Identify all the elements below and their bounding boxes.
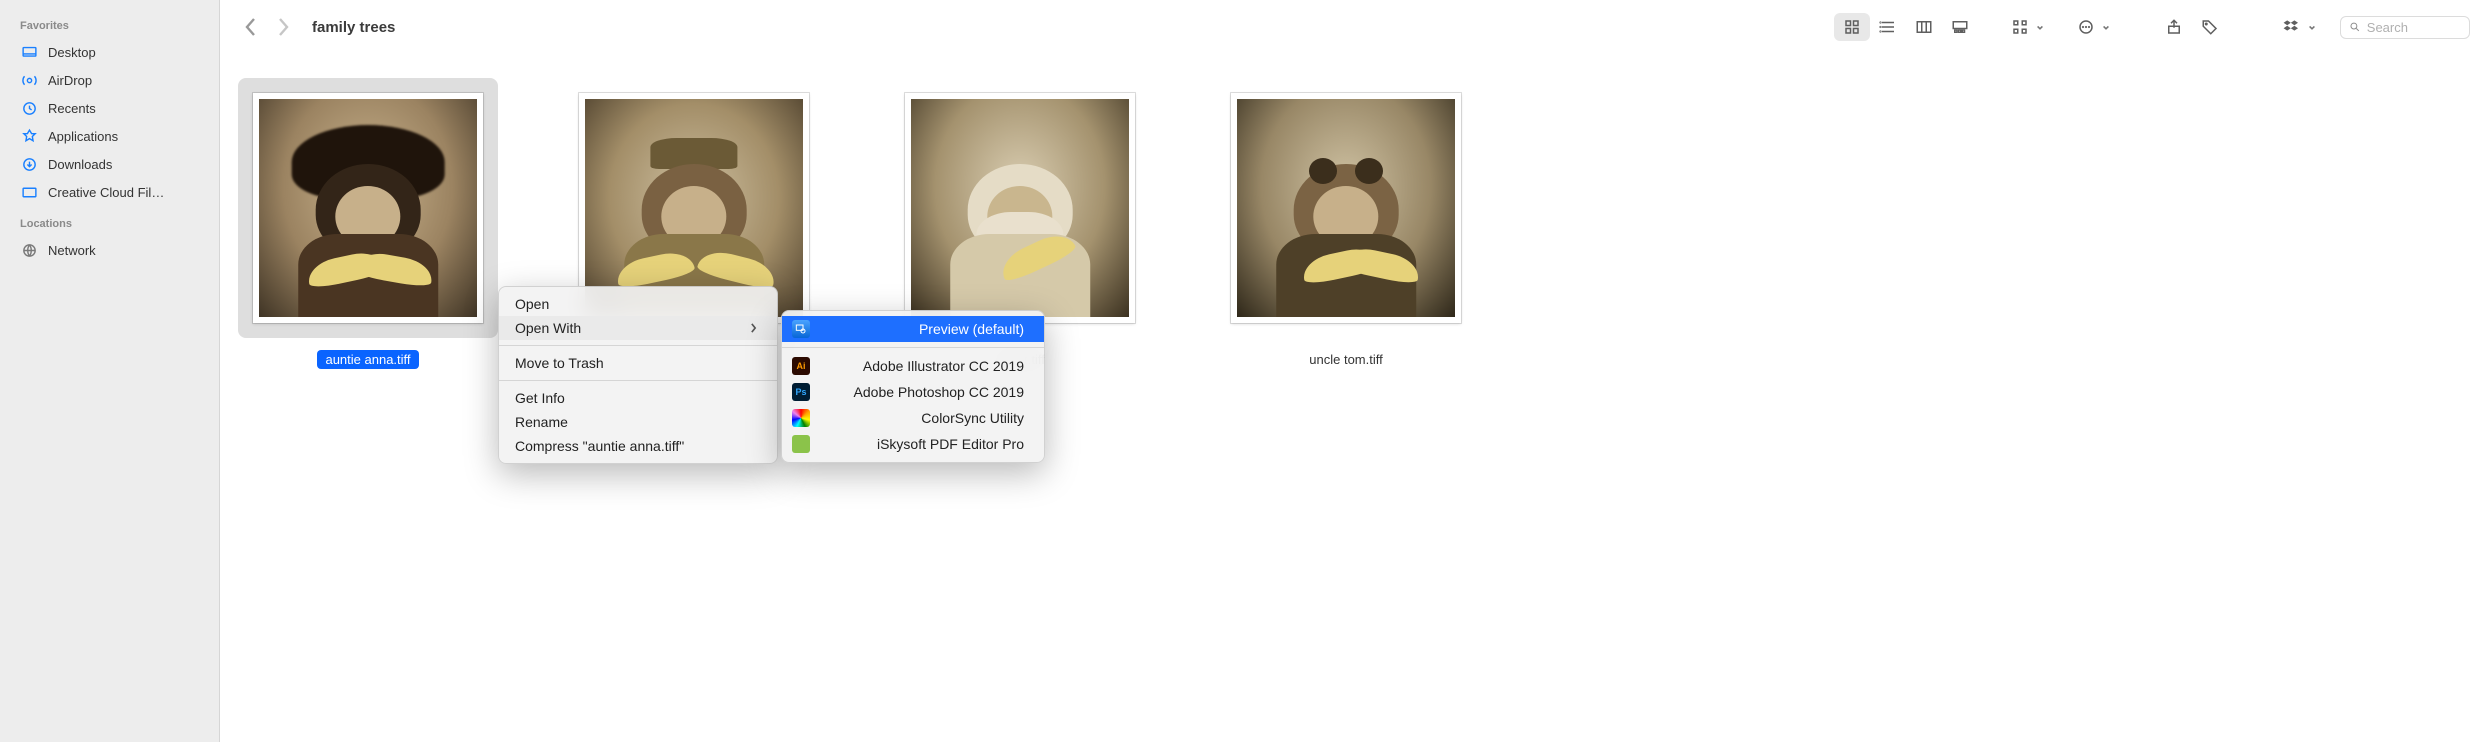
ctx-rename[interactable]: Rename: [499, 410, 777, 434]
menu-separator: [499, 345, 777, 346]
sidebar-section-favorites: Favorites: [0, 8, 219, 38]
action-menu-button[interactable]: [2068, 13, 2104, 41]
file-thumbnail: [1231, 93, 1461, 323]
file-name[interactable]: uncle tom.tiff: [1301, 350, 1390, 369]
sidebar-item-creative-cloud[interactable]: Creative Cloud Fil…: [0, 178, 219, 206]
list-view-button[interactable]: [1870, 13, 1906, 41]
file-thumbnail: [253, 93, 483, 323]
search-field[interactable]: [2340, 16, 2470, 39]
search-input[interactable]: [2367, 20, 2461, 35]
colorsync-app-icon: [792, 409, 810, 427]
file-item[interactable]: uncle tom.tiff: [1216, 78, 1476, 718]
folder-title: family trees: [312, 19, 395, 36]
nav-forward-button[interactable]: [276, 17, 290, 37]
sidebar-item-label: Recents: [48, 101, 96, 116]
ctx-move-to-trash[interactable]: Move to Trash: [499, 351, 777, 375]
sidebar-item-label: Network: [48, 243, 96, 258]
sidebar-item-network[interactable]: Network: [0, 236, 219, 264]
ctx-compress[interactable]: Compress "auntie anna.tiff": [499, 434, 777, 458]
recents-icon: [20, 99, 38, 117]
sidebar: Favorites Desktop AirDrop Recents Applic…: [0, 0, 220, 742]
illustrator-app-icon: Ai: [792, 357, 810, 375]
desktop-icon: [20, 43, 38, 61]
share-button[interactable]: [2156, 13, 2192, 41]
chevron-down-icon: [2102, 20, 2110, 35]
chevron-right-icon: [750, 320, 757, 336]
menu-separator: [499, 380, 777, 381]
sidebar-item-label: Applications: [48, 129, 118, 144]
applications-icon: [20, 127, 38, 145]
gallery-view-button[interactable]: [1942, 13, 1978, 41]
chevron-down-icon: [2036, 20, 2044, 35]
column-view-button[interactable]: [1906, 13, 1942, 41]
view-mode-group: [1834, 13, 1978, 41]
tags-button[interactable]: [2192, 13, 2228, 41]
file-item[interactable]: auntie anna.tiff: [238, 78, 498, 718]
chevron-down-icon: [2308, 20, 2316, 35]
sidebar-section-locations: Locations: [0, 206, 219, 236]
ctx-open[interactable]: Open: [499, 292, 777, 316]
sidebar-item-label: Creative Cloud Fil…: [48, 185, 164, 200]
dropbox-button[interactable]: [2274, 13, 2310, 41]
ctx-open-with[interactable]: Open With: [499, 316, 777, 340]
nav-back-button[interactable]: [244, 17, 258, 37]
airdrop-icon: [20, 71, 38, 89]
sidebar-item-airdrop[interactable]: AirDrop: [0, 66, 219, 94]
search-icon: [2349, 20, 2361, 34]
file-thumbnail: [905, 93, 1135, 323]
photoshop-app-icon: Ps: [792, 383, 810, 401]
submenu-colorsync[interactable]: ColorSync Utility: [782, 405, 1044, 431]
sidebar-item-label: AirDrop: [48, 73, 92, 88]
file-name[interactable]: auntie anna.tiff: [317, 350, 418, 369]
iskysoft-app-icon: [792, 435, 810, 453]
preview-app-icon: [792, 320, 810, 338]
sidebar-item-desktop[interactable]: Desktop: [0, 38, 219, 66]
submenu-photoshop[interactable]: Ps Adobe Photoshop CC 2019: [782, 379, 1044, 405]
group-by-button[interactable]: [2002, 13, 2038, 41]
sidebar-item-applications[interactable]: Applications: [0, 122, 219, 150]
sidebar-item-downloads[interactable]: Downloads: [0, 150, 219, 178]
context-menu: Open Open With Move to Trash Get Info Re…: [498, 286, 778, 464]
icon-view-button[interactable]: [1834, 13, 1870, 41]
menu-separator: [782, 347, 1044, 348]
open-with-submenu: Preview (default) Ai Adobe Illustrator C…: [781, 310, 1045, 463]
network-icon: [20, 241, 38, 259]
submenu-preview[interactable]: Preview (default): [782, 316, 1044, 342]
submenu-illustrator[interactable]: Ai Adobe Illustrator CC 2019: [782, 353, 1044, 379]
toolbar: family trees: [220, 0, 2484, 54]
sidebar-item-label: Desktop: [48, 45, 96, 60]
sidebar-item-label: Downloads: [48, 157, 112, 172]
creative-cloud-icon: [20, 183, 38, 201]
submenu-iskysoft[interactable]: iSkysoft PDF Editor Pro: [782, 431, 1044, 457]
downloads-icon: [20, 155, 38, 173]
sidebar-item-recents[interactable]: Recents: [0, 94, 219, 122]
ctx-get-info[interactable]: Get Info: [499, 386, 777, 410]
